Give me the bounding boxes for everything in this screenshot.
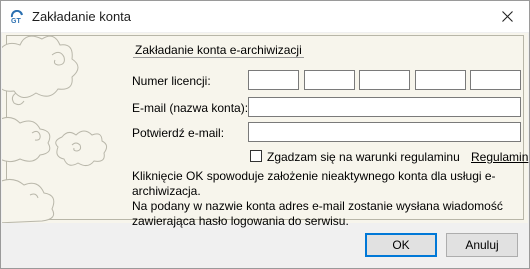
close-button[interactable] [485,1,529,32]
email-label: E-mail (nazwa konta): [132,101,249,115]
license-label: Numer licencji: [132,74,211,88]
info-line: Na podany w nazwie konta adres e-mail zo… [132,199,503,213]
dialog-window: GT Zakładanie konta Zakładanie konta e-a… [0,0,530,269]
terms-checkbox[interactable] [250,150,262,162]
confirm-email-label: Potwierdź e-mail: [132,126,225,140]
license-field-1[interactable] [248,70,299,90]
clouds-decoration-icon [2,35,108,223]
info-line: zawierająca hasło logowania do serwisu. [132,214,349,228]
confirm-email-field[interactable] [248,122,521,142]
window-title: Zakładanie konta [32,9,132,24]
terms-checkbox-label[interactable]: Zgadzam się na warunki regulaminu [267,150,460,164]
content-panel: Zakładanie konta e-archiwizacji Numer li… [2,33,528,228]
gt-logo-icon: GT [10,10,23,24]
section-title: Zakładanie konta e-archiwizacji [133,43,304,58]
ok-button[interactable]: OK [365,233,437,257]
close-icon [501,11,513,22]
info-text: Kliknięcie OK spowoduje założenie nieakt… [132,169,527,229]
svg-text:GT: GT [11,18,21,24]
license-field-3[interactable] [359,70,410,90]
license-field-5[interactable] [470,70,521,90]
license-field-4[interactable] [415,70,466,90]
terms-link[interactable]: Regulamin [471,150,528,164]
email-field[interactable] [248,97,521,117]
title-bar[interactable]: GT Zakładanie konta [1,1,529,32]
cancel-button[interactable]: Anuluj [446,233,518,257]
license-field-2[interactable] [304,70,355,90]
info-line: Kliknięcie OK spowoduje założenie nieakt… [132,169,496,198]
